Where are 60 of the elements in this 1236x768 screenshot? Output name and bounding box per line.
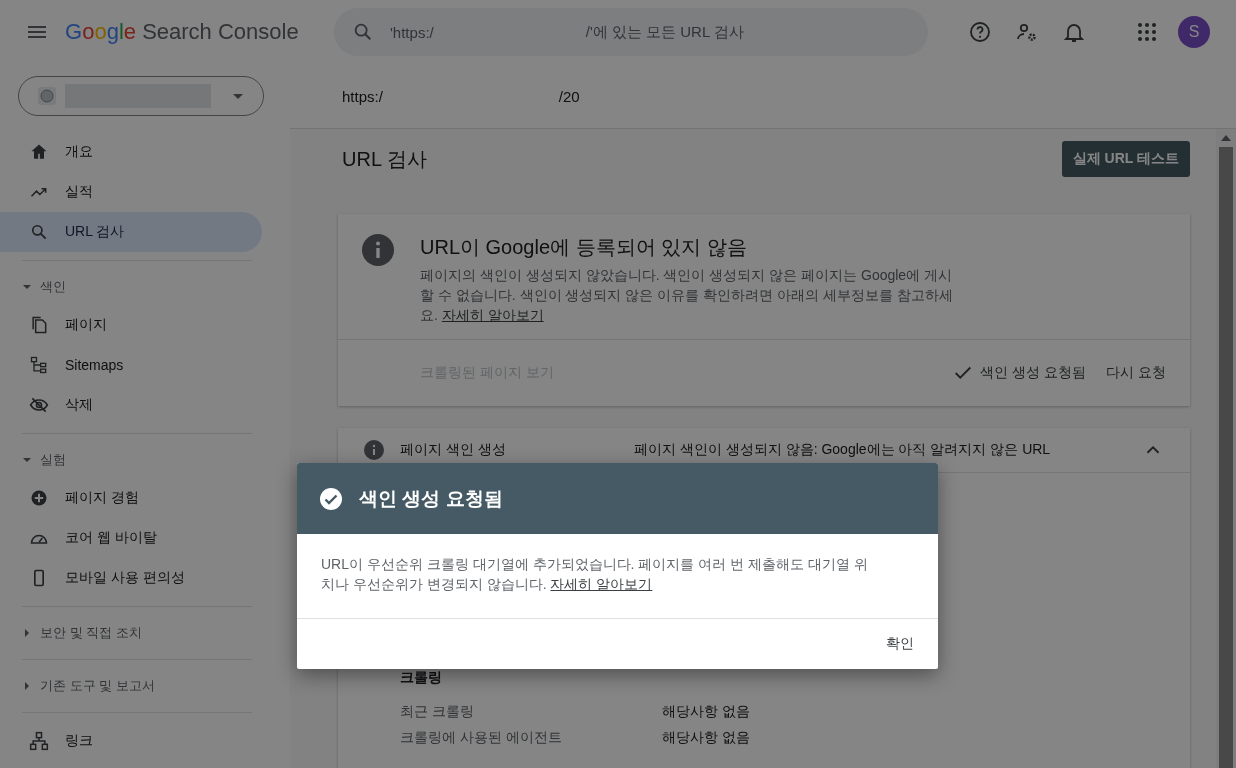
- section-header[interactable]: 실험: [0, 442, 290, 478]
- request-again-button[interactable]: 다시 요청: [1098, 358, 1174, 388]
- sidebar-item[interactable]: URL 검사: [0, 212, 262, 252]
- search-placeholder: /'에 있는 모든 URL 검사: [585, 22, 744, 42]
- section-header[interactable]: 기존 도구 및 보고서: [0, 668, 290, 704]
- detail-value: 해당사항 없음: [662, 729, 750, 747]
- account-avatar[interactable]: S: [1178, 16, 1210, 48]
- help-icon[interactable]: [968, 20, 992, 44]
- sidebar-item[interactable]: Sitemaps: [0, 345, 262, 385]
- caret-icon: [22, 681, 32, 691]
- section-header[interactable]: 보안 및 직접 조치: [0, 615, 290, 651]
- eye-icon: [29, 395, 49, 415]
- section-heading: 크롤링: [400, 669, 443, 687]
- coverage-status: 페이지 색인이 생성되지 않음: Google에는 아직 알려지지 않은 URL: [634, 441, 1052, 459]
- coverage-label: 페이지 색인 생성: [400, 441, 507, 459]
- detail-value: 해당사항 없음: [662, 703, 750, 721]
- sidebar-item[interactable]: 페이지 경험: [0, 478, 262, 518]
- learn-more-link[interactable]: 자세히 알아보기: [441, 307, 544, 323]
- section-header[interactable]: 색인: [0, 269, 290, 305]
- live-test-button[interactable]: 실제 URL 테스트: [1061, 141, 1190, 177]
- apps-icon[interactable]: [1135, 20, 1159, 44]
- detail-label: 크롤링에 사용된 에이전트: [400, 729, 563, 747]
- plus-icon: [29, 488, 49, 508]
- sidebar-item[interactable]: 코어 웹 바이탈: [0, 518, 262, 558]
- dialog-message: URL이 우선순위 크롤링 대기열에 추가되었습니다. 페이지를 여러 번 제출해도 대기열 위치나 우선순위가 변경되지 않습니다. 자세히 알아보기: [297, 534, 938, 619]
- sidebar-item[interactable]: 실적: [0, 172, 262, 212]
- scroll-up-icon[interactable]: [1221, 135, 1231, 141]
- caret-icon: [22, 282, 32, 292]
- app-logo: Google Search Console: [65, 19, 300, 45]
- dialog-title: 색인 생성 요청됨: [359, 486, 503, 511]
- search-icon: [352, 21, 374, 43]
- home-icon: [29, 142, 49, 162]
- sidebar-item[interactable]: 페이지: [0, 305, 262, 345]
- detail-label: 최근 크롤링: [400, 703, 475, 721]
- sidebar-item[interactable]: 모바일 사용 편의성: [0, 558, 262, 598]
- caret-icon: [22, 628, 32, 638]
- status-title: URL이 Google에 등록되어 있지 않음: [420, 235, 748, 260]
- globe-icon: [37, 86, 57, 106]
- search-field[interactable]: 'https:/ /'에 있는 모든 URL 검사: [334, 8, 928, 56]
- inspected-url: https:/: [342, 87, 383, 105]
- learn-more-link[interactable]: 자세히 알아보기: [550, 576, 653, 592]
- sitemap-icon: [29, 355, 49, 375]
- ok-button[interactable]: 확인: [878, 629, 922, 659]
- status-description: 페이지의 색인이 생성되지 않았습니다. 색인이 생성되지 않은 페이지는 Google에 게시할 수 없습니다. 색인이 생성되지 않은 이유를 확인하려면 아래의 세부정보를 참고하세요. 자세히 알아보기: [420, 266, 954, 325]
- request-status: 색인 생성 요청됨: [980, 364, 1087, 382]
- sidebar-item[interactable]: 개요: [0, 132, 262, 172]
- info-icon: [364, 440, 384, 460]
- sidebar-item[interactable]: 링크: [0, 721, 262, 761]
- dropdown-icon: [233, 93, 243, 99]
- links-icon: [29, 731, 49, 751]
- info-icon: [362, 234, 394, 266]
- scrollbar-thumb[interactable]: [1219, 147, 1233, 768]
- sidebar-item[interactable]: 삭제: [0, 385, 262, 425]
- check-circle-icon: [319, 486, 343, 511]
- inspected-url: /20: [558, 87, 580, 105]
- caret-icon: [22, 455, 32, 465]
- search-icon: [29, 222, 49, 242]
- pages-icon: [29, 315, 49, 335]
- search-placeholder: 'https:/: [390, 23, 434, 41]
- page-title: URL 검사: [342, 146, 427, 172]
